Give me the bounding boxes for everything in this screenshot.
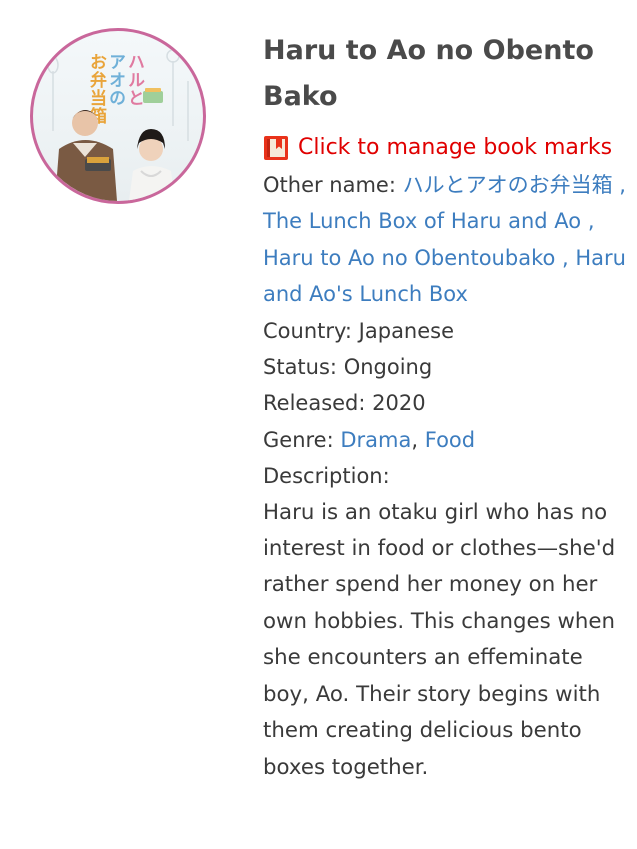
drama-info-panel: Haru to Ao no Obento Bako Click to manag… (263, 28, 629, 786)
poster-illustration: ハルと アオの お弁当箱 (47, 49, 189, 201)
book-bookmark-icon (264, 136, 288, 160)
status-row: Status: Ongoing (263, 349, 629, 385)
released-label: Released: (263, 391, 366, 416)
genre-link-food[interactable]: Food (425, 428, 475, 452)
genre-label: Genre: (263, 427, 334, 452)
other-name-row: Other name: ハルとアオのお弁当箱 , The Lunch Box o… (263, 167, 629, 313)
description-label: Description: (263, 464, 390, 489)
status-value: Ongoing (343, 355, 433, 380)
description-text: Haru is an otaku girl who has no interes… (263, 499, 616, 780)
drama-poster-image[interactable]: ハルと アオの お弁当箱 (30, 28, 206, 204)
poster-title-col2: アオの (105, 53, 125, 107)
manage-bookmarks-link[interactable]: Click to manage book marks (263, 131, 629, 165)
poster-title-col1: ハルと (124, 53, 145, 107)
country-label: Country: (263, 318, 352, 343)
drama-title: Haru to Ao no Obento Bako (263, 35, 594, 112)
genre-row: Genre: Drama, Food (263, 422, 629, 458)
country-row: Country: Japanese (263, 313, 629, 349)
bookmark-label: Click to manage book marks (298, 135, 613, 160)
status-label: Status: (263, 355, 337, 380)
poster-man-figure (55, 110, 117, 201)
released-value: 2020 (372, 391, 426, 416)
poster-woman-figure (129, 129, 175, 201)
genre-separator: , (411, 427, 419, 452)
genre-link-drama[interactable]: Drama (340, 428, 411, 452)
other-name-label: Other name: (263, 173, 396, 197)
released-row: Released: 2020 (263, 385, 629, 421)
country-value: Japanese (358, 318, 455, 343)
